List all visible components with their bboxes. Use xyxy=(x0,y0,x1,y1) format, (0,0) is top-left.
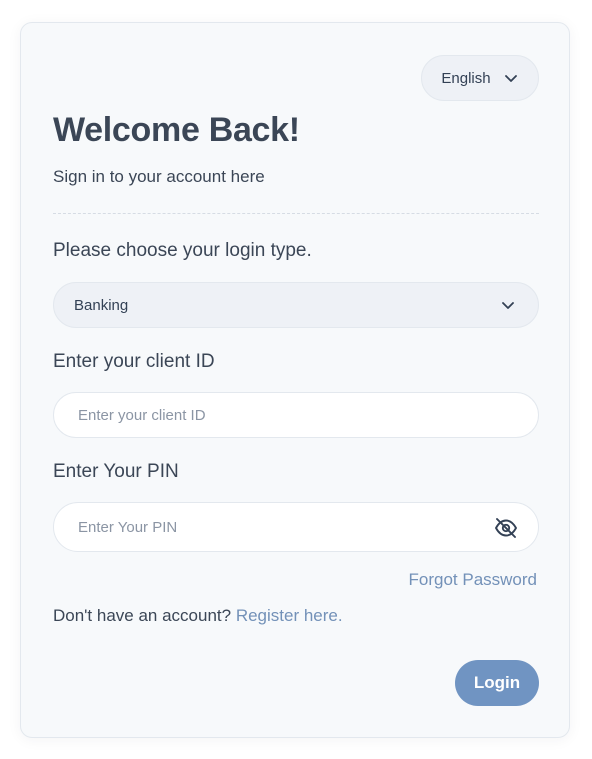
register-prompt-line: Don't have an account? Register here. xyxy=(53,606,343,626)
login-card: English Welcome Back! Sign in to your ac… xyxy=(20,22,570,738)
page-subtitle: Sign in to your account here xyxy=(53,167,265,186)
chevron-down-icon xyxy=(502,302,514,309)
language-select[interactable]: English xyxy=(421,55,539,101)
pin-label: Enter Your PIN xyxy=(53,461,179,482)
eye-off-icon[interactable] xyxy=(494,516,518,540)
pin-field-wrapper xyxy=(53,502,539,552)
client-id-label: Enter your client ID xyxy=(53,351,215,372)
register-link[interactable]: Register here. xyxy=(236,606,343,625)
pin-input[interactable] xyxy=(54,503,454,551)
client-id-field-wrapper xyxy=(53,392,539,438)
login-type-value: Banking xyxy=(74,296,129,314)
page-title: Welcome Back! xyxy=(53,111,300,149)
register-prompt-text: Don't have an account? xyxy=(53,606,232,625)
client-id-input[interactable] xyxy=(54,393,454,437)
section-divider xyxy=(53,213,539,214)
login-button[interactable]: Login xyxy=(455,660,539,706)
chevron-down-icon xyxy=(504,75,517,82)
login-type-label: Please choose your login type. xyxy=(53,240,312,261)
forgot-password-link[interactable]: Forgot Password xyxy=(409,570,538,590)
login-type-select[interactable]: Banking xyxy=(53,282,539,328)
language-select-value: English xyxy=(441,69,491,87)
